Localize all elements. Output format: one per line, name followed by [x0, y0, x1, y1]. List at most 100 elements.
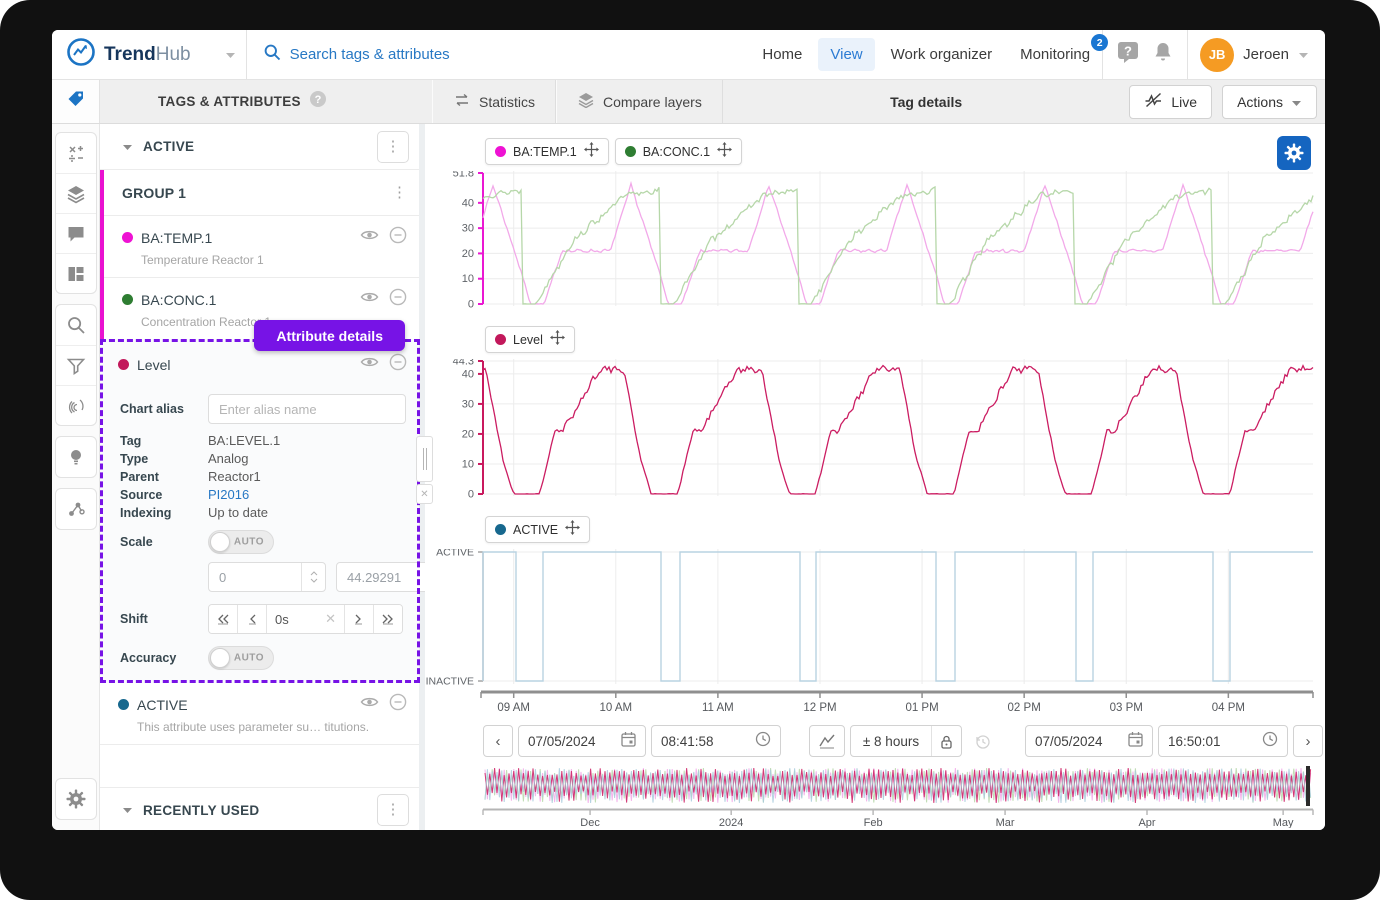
workspace-caret-down-icon[interactable] — [225, 46, 236, 64]
shift-right-far-icon[interactable] — [373, 605, 402, 633]
nav-item-work-organizer[interactable]: Work organizer — [879, 38, 1004, 71]
remove-minus-circle-icon[interactable] — [389, 226, 407, 249]
panel-resize-handle: ✕ — [416, 436, 433, 504]
user-caret-down-icon — [1298, 46, 1309, 64]
rail-fingerprint-icon[interactable] — [56, 385, 96, 425]
recently-used-section-header[interactable]: RECENTLY USED ⋮ — [100, 787, 419, 830]
clock-icon[interactable] — [1262, 731, 1278, 752]
rail-filter-icon[interactable] — [56, 345, 96, 385]
level-chart[interactable]: 01020304044.3 — [425, 359, 1318, 502]
shift-right-icon[interactable] — [344, 605, 373, 633]
remove-minus-circle-icon[interactable] — [389, 693, 407, 716]
scale-min-input[interactable]: 0 — [208, 562, 326, 592]
rail-layers-icon[interactable] — [56, 173, 96, 213]
active-chart[interactable]: ACTIVEINACTIVE — [425, 549, 1318, 690]
visibility-eye-icon[interactable] — [360, 290, 379, 309]
shift-value-input[interactable]: 0s✕ — [267, 605, 344, 633]
source-link[interactable]: PI2016 — [208, 487, 249, 502]
tool-tags-tile[interactable] — [52, 80, 100, 123]
section-kebab-menu-button[interactable]: ⋮ — [377, 794, 409, 826]
tab-compare-layers[interactable]: Compare layers — [556, 80, 723, 123]
collapse-caret-icon[interactable] — [122, 138, 133, 156]
search-icon — [263, 43, 281, 66]
rail-formula-icon[interactable] — [56, 133, 96, 173]
visibility-eye-icon[interactable] — [360, 228, 379, 247]
rail-settings-icon[interactable] — [56, 779, 96, 819]
chart-alias-input[interactable] — [208, 394, 406, 424]
active-view-section-header[interactable]: ACTIVE ⋮ — [100, 124, 419, 170]
user-menu[interactable]: JB Jeroen — [1200, 38, 1325, 72]
shift-left-icon[interactable] — [238, 605, 267, 633]
remove-minus-circle-icon[interactable] — [389, 288, 407, 311]
svg-text:11 AM: 11 AM — [702, 702, 734, 714]
move-handle-icon[interactable] — [550, 330, 565, 350]
nav-item-home[interactable]: Home — [750, 38, 814, 71]
live-button[interactable]: Live — [1129, 85, 1212, 119]
shift-left-far-icon[interactable] — [209, 605, 238, 633]
group-1-header[interactable]: GROUP 1 ⋮ — [104, 170, 419, 216]
history-restore-button[interactable] — [967, 725, 997, 757]
end-time-field[interactable]: 16:50:01 — [1158, 725, 1288, 757]
level-chart-legend: Level — [485, 326, 1325, 353]
clock-icon[interactable] — [755, 731, 771, 752]
svg-text:Apr: Apr — [1138, 817, 1155, 828]
search-input[interactable] — [290, 46, 530, 63]
kebab-icon: ⋮ — [386, 142, 401, 152]
top-icons: ? — [1103, 41, 1187, 68]
nav-item-monitoring[interactable]: Monitoring2 — [1008, 38, 1102, 71]
remove-minus-circle-icon[interactable] — [389, 353, 407, 376]
chart-alias-label: Chart alias — [120, 402, 208, 416]
legend-chip-ba-conc-1[interactable]: BA:CONC.1 — [615, 138, 742, 165]
active-chart-legend: ACTIVE — [485, 516, 1325, 543]
svg-text:0: 0 — [468, 299, 474, 311]
legend-chip-ba-temp-1[interactable]: BA:TEMP.1 — [485, 138, 609, 165]
notifications-bell-icon[interactable] — [1153, 41, 1173, 68]
help-icon[interactable]: ? — [1117, 41, 1139, 68]
move-handle-icon[interactable] — [565, 520, 580, 540]
tag-row-ba-temp-1[interactable]: BA:TEMP.1 Temperature Reactor 1 — [104, 216, 419, 278]
question-circle-icon[interactable]: ? — [309, 90, 327, 113]
stepper-arrows-icon[interactable] — [301, 563, 325, 591]
legend-chip-active[interactable]: ACTIVE — [485, 516, 590, 543]
compare-trends-button[interactable] — [809, 725, 845, 757]
end-date-field[interactable]: 07/05/2024 — [1025, 725, 1153, 757]
move-handle-icon[interactable] — [584, 142, 599, 162]
rail-dashboards-icon[interactable] — [56, 253, 96, 293]
rail-ideas-icon[interactable] — [56, 437, 96, 477]
svg-text:20: 20 — [462, 248, 474, 260]
start-date-field[interactable]: 07/05/2024 — [518, 725, 646, 757]
temp-conc-chart[interactable]: 01020304051.8 — [425, 171, 1318, 312]
lock-icon[interactable] — [931, 726, 961, 756]
trendhub-logo[interactable]: TrendHub — [52, 37, 246, 72]
tab-statistics[interactable]: Statistics — [432, 80, 556, 123]
duration-value[interactable]: ± 8 hours — [851, 726, 931, 756]
legend-chip-level[interactable]: Level — [485, 326, 575, 353]
overview-strip[interactable] — [425, 766, 1318, 808]
collapse-caret-icon[interactable] — [122, 801, 133, 819]
nav-item-view[interactable]: View — [818, 38, 874, 71]
visibility-eye-icon[interactable] — [360, 695, 379, 714]
rail-group — [55, 132, 97, 294]
chart-settings-button[interactable] — [1277, 136, 1311, 170]
accuracy-auto-toggle[interactable]: AUTO — [208, 646, 274, 670]
rail-comments-icon[interactable] — [56, 213, 96, 253]
start-time-field[interactable]: 08:41:58 — [651, 725, 781, 757]
move-handle-icon[interactable] — [717, 142, 732, 162]
visibility-eye-icon[interactable] — [360, 355, 379, 374]
section-kebab-menu-button[interactable]: ⋮ — [377, 131, 409, 163]
calendar-icon[interactable] — [621, 731, 636, 752]
pan-left-button[interactable]: ‹ — [483, 725, 513, 757]
actions-button[interactable]: Actions — [1222, 85, 1317, 119]
pan-right-button[interactable]: › — [1293, 725, 1323, 757]
clear-x-icon[interactable]: ✕ — [325, 611, 336, 627]
scale-auto-toggle[interactable]: AUTO — [208, 530, 274, 554]
panel-collapse-button[interactable]: ✕ — [416, 484, 433, 504]
panel-drag-grip[interactable] — [416, 436, 433, 482]
rail-context-icon[interactable] — [56, 489, 96, 529]
calendar-icon[interactable] — [1128, 731, 1143, 752]
rail-search-icon[interactable] — [56, 305, 96, 345]
group-kebab-icon[interactable]: ⋮ — [392, 188, 407, 198]
svg-text:02 PM: 02 PM — [1008, 702, 1041, 714]
svg-text:Feb: Feb — [864, 817, 883, 828]
attribute-row-active[interactable]: ACTIVE This attribute uses parameter su…… — [100, 683, 419, 745]
